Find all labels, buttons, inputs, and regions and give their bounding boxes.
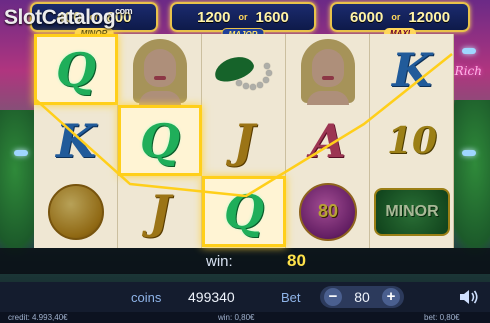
side-lamp-icon	[462, 48, 476, 54]
reel-3: J Q	[202, 34, 286, 248]
status-bet: bet: 0,80€	[424, 313, 460, 322]
reel-cell: J	[118, 176, 202, 247]
jackpot-or-text: or	[391, 12, 401, 22]
jackpot-major: 1200 or 1600 MAJOR	[170, 2, 316, 39]
reel-cell	[202, 34, 286, 105]
reel-cell: K	[370, 34, 454, 105]
reel-cell: MINOR	[370, 176, 454, 247]
symbol-q: Q	[223, 184, 265, 239]
control-bar: coins 499340 Bet − 80 +	[0, 282, 490, 312]
orb-symbol: 80	[299, 182, 357, 241]
reel-cell-highlighted: Q	[118, 105, 202, 176]
reel-cell	[286, 34, 370, 105]
symbol-k: K	[56, 113, 96, 168]
jackpot-major-high: 1600	[255, 8, 289, 26]
bet-increase-button[interactable]: +	[381, 288, 400, 306]
bet-decrease-button[interactable]: −	[324, 288, 342, 306]
reel-cell: K	[34, 105, 118, 176]
bet-value: 80	[354, 289, 370, 305]
watermark-suffix: com	[115, 6, 133, 16]
win-label: win:	[206, 252, 233, 270]
status-win: win: 0,80€	[218, 313, 255, 322]
reel-4: A 80	[286, 34, 370, 248]
reel-cell	[118, 34, 202, 105]
status-bar: credit: 4.993,40€ win: 0,80€ bet: 0,80€	[0, 312, 490, 323]
jackpot-or-text: or	[238, 12, 248, 22]
woman-portrait-symbol-icon	[125, 37, 195, 105]
reel-cell-highlighted: Q	[202, 176, 286, 247]
symbol-j: J	[149, 184, 171, 239]
reel-area: Q K Q J J Q A 80 K 10 MINOR	[34, 34, 456, 248]
coins-value: 499340	[188, 289, 235, 305]
watermark: SlotCatalogcom	[4, 6, 133, 30]
reel-cell: 10	[370, 105, 454, 176]
symbol-a: A	[310, 113, 346, 168]
symbol-k: K	[392, 42, 432, 97]
speaker-icon[interactable]	[458, 288, 480, 306]
win-strip: win: 80	[0, 248, 490, 274]
jackpot-maxi-low: 6000	[349, 8, 384, 26]
coin-symbol-icon	[48, 183, 104, 240]
symbol-q: Q	[139, 113, 181, 168]
symbol-10: 10	[386, 119, 438, 162]
game-screen: Rich 400 or 800 MINOR 1200 or 1600 MAJOR…	[0, 0, 490, 323]
reel-cell: J	[202, 105, 286, 176]
reel-cell: 80	[286, 176, 370, 247]
pearls-symbol-icon	[206, 40, 282, 100]
side-lamp-icon	[462, 150, 476, 156]
orb-value: 80	[317, 201, 339, 221]
jackpot-maxi-high: 12000	[408, 8, 451, 26]
win-value: 80	[287, 251, 306, 270]
coins-label: coins	[131, 290, 162, 305]
reel-1: Q K	[34, 34, 118, 248]
symbol-j: J	[233, 113, 255, 168]
bet-stepper: − 80 +	[320, 286, 404, 308]
bet-label: Bet	[281, 290, 301, 305]
reel-cell: A	[286, 105, 370, 176]
side-lamp-icon	[14, 150, 28, 156]
status-credit: credit: 4.993,40€	[8, 313, 68, 322]
game-logo-partial: Rich	[454, 64, 482, 78]
minor-symbol-label: MINOR	[385, 202, 439, 220]
symbol-q: Q	[55, 42, 97, 97]
jackpot-major-low: 1200	[197, 8, 231, 26]
reel-2: Q J	[118, 34, 202, 248]
woman-portrait-symbol-icon	[293, 37, 363, 105]
reel-5: K 10 MINOR	[370, 34, 454, 248]
reel-cell-highlighted: Q	[34, 34, 118, 105]
watermark-text: SlotCatalog	[4, 6, 116, 29]
minor-symbol: MINOR	[374, 187, 450, 236]
jackpot-maxi: 6000 or 12000 MAXI	[330, 2, 470, 39]
reel-cell	[34, 176, 118, 247]
